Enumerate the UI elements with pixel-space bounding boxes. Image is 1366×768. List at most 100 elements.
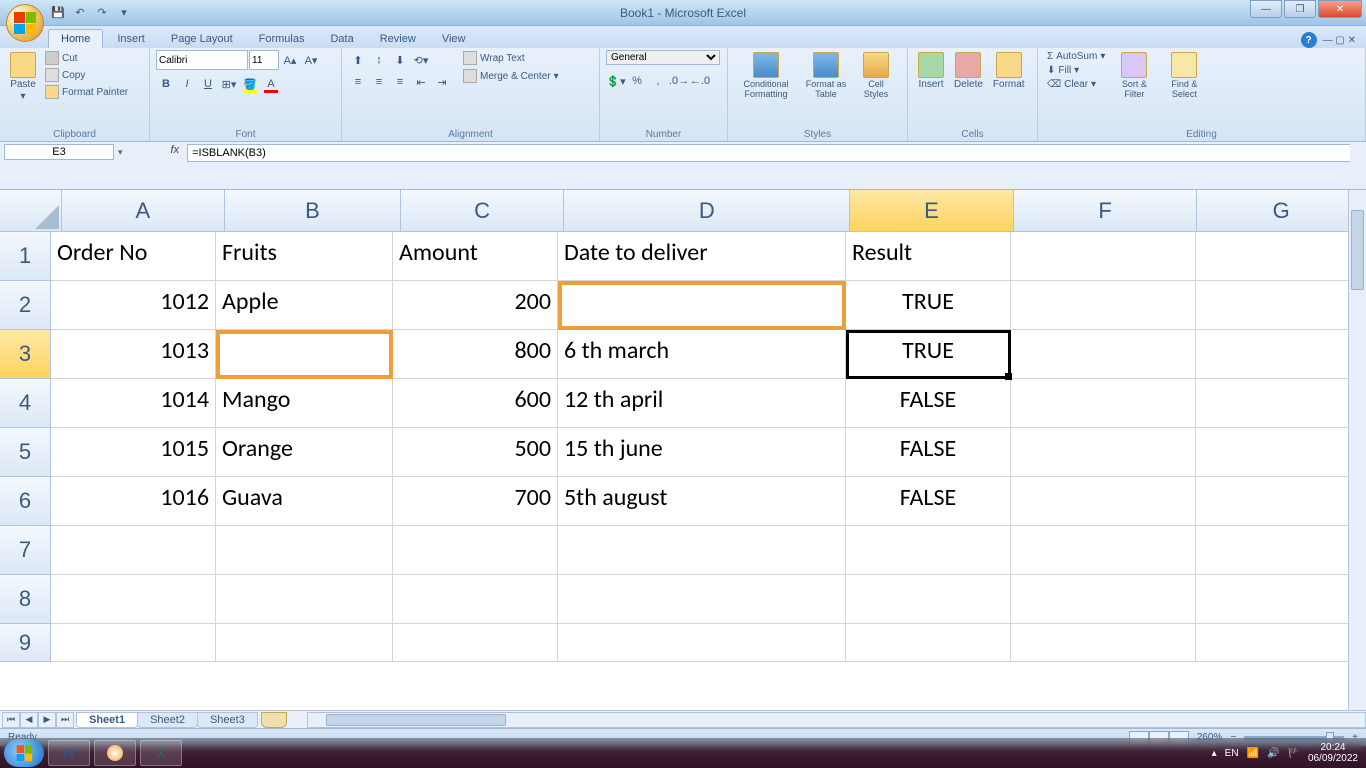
tab-home[interactable]: Home xyxy=(48,29,103,48)
cell-A8[interactable] xyxy=(51,575,216,624)
row-header-5[interactable]: 5 xyxy=(0,428,51,477)
cell-E9[interactable] xyxy=(846,624,1011,662)
tab-page-layout[interactable]: Page Layout xyxy=(159,30,245,48)
fx-icon[interactable]: fx xyxy=(163,144,188,156)
find-select-button[interactable]: Find & Select xyxy=(1160,50,1208,101)
format-painter-button[interactable]: Format Painter xyxy=(42,84,131,100)
ribbon-minimize-icon[interactable]: — ▢ ✕ xyxy=(1323,35,1356,46)
cell-E5[interactable]: FALSE xyxy=(846,428,1011,477)
italic-button[interactable]: I xyxy=(177,74,197,94)
shrink-font-button[interactable]: A▾ xyxy=(301,50,321,70)
col-header-E[interactable]: E xyxy=(850,190,1014,231)
name-box-dropdown[interactable]: ▾ xyxy=(118,144,123,158)
flag-icon[interactable]: 🏴 xyxy=(1287,748,1299,759)
cell-E2[interactable]: TRUE xyxy=(846,281,1011,330)
help-icon[interactable]: ? xyxy=(1301,32,1317,48)
col-header-A[interactable]: A xyxy=(62,190,226,231)
increase-indent-button[interactable]: ⇥ xyxy=(432,72,452,92)
cell-G7[interactable] xyxy=(1196,526,1366,575)
border-button[interactable]: ⊞▾ xyxy=(219,74,239,94)
cell-D8[interactable] xyxy=(558,575,846,624)
cell-F3[interactable] xyxy=(1011,330,1196,379)
tab-data[interactable]: Data xyxy=(318,30,365,48)
maximize-button[interactable]: ❐ xyxy=(1284,0,1316,18)
orientation-button[interactable]: ⟲▾ xyxy=(411,50,431,70)
cell-styles-button[interactable]: Cell Styles xyxy=(854,50,898,101)
fill-color-button[interactable]: 🪣 xyxy=(240,74,260,94)
copy-button[interactable]: Copy xyxy=(42,67,131,83)
start-button[interactable] xyxy=(4,739,44,767)
cell-F1[interactable] xyxy=(1011,232,1196,281)
grow-font-button[interactable]: A▴ xyxy=(280,50,300,70)
close-button[interactable]: ✕ xyxy=(1318,0,1362,18)
underline-button[interactable]: U xyxy=(198,74,218,94)
cell-C5[interactable]: 500 xyxy=(393,428,558,477)
font-size-select[interactable] xyxy=(249,50,279,70)
sort-filter-button[interactable]: Sort & Filter xyxy=(1110,50,1158,101)
cell-A5[interactable]: 1015 xyxy=(51,428,216,477)
number-format-select[interactable]: General xyxy=(606,50,720,65)
cell-C8[interactable] xyxy=(393,575,558,624)
sheet-nav-last[interactable]: ⏭ xyxy=(56,712,74,728)
cell-F7[interactable] xyxy=(1011,526,1196,575)
fill-button[interactable]: ⬇ Fill ▾ xyxy=(1044,64,1108,77)
undo-button[interactable]: ↶ xyxy=(72,5,88,21)
increase-decimal-button[interactable]: .0→ xyxy=(669,71,689,91)
sheet-tab-1[interactable]: Sheet1 xyxy=(76,712,138,728)
percent-button[interactable]: % xyxy=(627,71,647,91)
align-middle-button[interactable]: ↕ xyxy=(369,50,389,70)
volume-icon[interactable]: 🔊 xyxy=(1267,748,1279,759)
cell-A9[interactable] xyxy=(51,624,216,662)
row-header-9[interactable]: 9 xyxy=(0,624,51,662)
cell-C3[interactable]: 800 xyxy=(393,330,558,379)
align-bottom-button[interactable]: ⬇ xyxy=(390,50,410,70)
cell-B1[interactable]: Fruits xyxy=(216,232,393,281)
cell-C9[interactable] xyxy=(393,624,558,662)
sheet-nav-prev[interactable]: ◀ xyxy=(20,712,38,728)
cell-E1[interactable]: Result xyxy=(846,232,1011,281)
align-top-button[interactable]: ⬆ xyxy=(348,50,368,70)
cell-B3[interactable] xyxy=(216,330,393,379)
taskbar-excel[interactable]: X xyxy=(140,740,182,766)
tab-review[interactable]: Review xyxy=(368,30,428,48)
sheet-nav-first[interactable]: ⏮ xyxy=(2,712,20,728)
cell-G6[interactable] xyxy=(1196,477,1366,526)
hscroll-thumb[interactable] xyxy=(326,714,506,726)
new-sheet-button[interactable] xyxy=(261,712,287,728)
col-header-F[interactable]: F xyxy=(1014,190,1198,231)
cell-F5[interactable] xyxy=(1011,428,1196,477)
conditional-formatting-button[interactable]: Conditional Formatting xyxy=(734,50,798,101)
col-header-D[interactable]: D xyxy=(564,190,850,231)
cell-C1[interactable]: Amount xyxy=(393,232,558,281)
insert-cells-button[interactable]: Insert xyxy=(914,50,948,92)
cell-D7[interactable] xyxy=(558,526,846,575)
cell-A1[interactable]: Order No xyxy=(51,232,216,281)
cell-B7[interactable] xyxy=(216,526,393,575)
cell-A3[interactable]: 1013 xyxy=(51,330,216,379)
align-right-button[interactable]: ≡ xyxy=(390,72,410,92)
bold-button[interactable]: B xyxy=(156,74,176,94)
cell-B6[interactable]: Guava xyxy=(216,477,393,526)
row-header-1[interactable]: 1 xyxy=(0,232,51,281)
cell-E4[interactable]: FALSE xyxy=(846,379,1011,428)
autosum-button[interactable]: Σ AutoSum ▾ xyxy=(1044,50,1108,63)
row-header-7[interactable]: 7 xyxy=(0,526,51,575)
minimize-button[interactable]: — xyxy=(1250,0,1282,18)
cell-C2[interactable]: 200 xyxy=(393,281,558,330)
name-box[interactable] xyxy=(4,144,114,160)
cell-E8[interactable] xyxy=(846,575,1011,624)
formula-input[interactable] xyxy=(187,144,1350,162)
merge-center-button[interactable]: Merge & Center ▾ xyxy=(460,68,562,84)
tray-show-hidden[interactable]: ▴ xyxy=(1212,748,1217,759)
cell-F2[interactable] xyxy=(1011,281,1196,330)
cell-G3[interactable] xyxy=(1196,330,1366,379)
cell-G4[interactable] xyxy=(1196,379,1366,428)
cell-D6[interactable]: 5th august xyxy=(558,477,846,526)
cut-button[interactable]: Cut xyxy=(42,50,131,66)
cell-G5[interactable] xyxy=(1196,428,1366,477)
col-header-G[interactable]: G xyxy=(1197,190,1366,231)
row-header-4[interactable]: 4 xyxy=(0,379,51,428)
clock[interactable]: 20:24 06/09/2022 xyxy=(1308,742,1358,764)
cell-B8[interactable] xyxy=(216,575,393,624)
align-left-button[interactable]: ≡ xyxy=(348,72,368,92)
